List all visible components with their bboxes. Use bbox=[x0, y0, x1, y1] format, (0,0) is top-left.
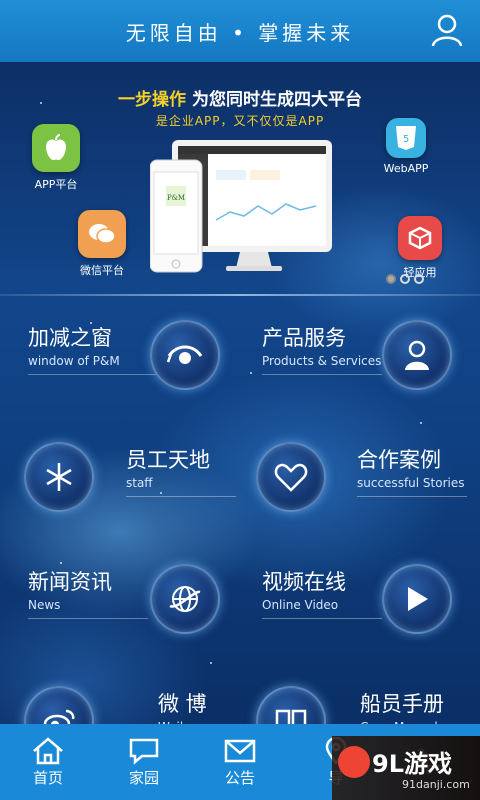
apple-icon bbox=[32, 124, 80, 172]
menu-item-news[interactable]: 新闻资讯 News bbox=[28, 566, 148, 619]
menu-subtitle: staff bbox=[126, 476, 153, 490]
banner-headline-rest: 为您同时生成四大平台 bbox=[186, 90, 362, 110]
menu-title: 视频在线 bbox=[262, 570, 346, 594]
snowflake-icon[interactable] bbox=[24, 442, 94, 512]
platform-label: 微信平台 bbox=[80, 264, 124, 277]
carousel-dot[interactable] bbox=[414, 274, 424, 284]
banner-headline-highlight: 一步操作 bbox=[118, 90, 187, 110]
person-icon[interactable] bbox=[382, 320, 452, 390]
platform-app: APP平台 bbox=[28, 124, 84, 192]
user-icon[interactable] bbox=[430, 13, 464, 47]
platform-label: APP平台 bbox=[34, 178, 78, 191]
page-title: 无限自由 • 掌握未来 bbox=[125, 20, 355, 45]
menu-item-stories[interactable]: 合作案例 successful Stories bbox=[357, 444, 467, 497]
platform-lightapp: 轻应用 bbox=[392, 216, 448, 280]
watermark: 9L游戏 91danji.com bbox=[332, 736, 480, 800]
divider bbox=[0, 294, 480, 296]
menu-subtitle: News bbox=[28, 598, 61, 612]
svg-text:P&M: P&M bbox=[167, 194, 185, 202]
carousel-dot[interactable] bbox=[386, 274, 396, 284]
mail-icon bbox=[224, 739, 256, 762]
platform-webapp: 5 WebAPP bbox=[378, 118, 434, 175]
watermark-url: 91danji.com bbox=[402, 778, 470, 791]
tab-community[interactable]: 家园 bbox=[96, 724, 192, 800]
tab-label: 公告 bbox=[224, 768, 255, 787]
divider bbox=[357, 496, 467, 497]
menu-title: 微 博 bbox=[158, 692, 207, 716]
menu-item-staff[interactable]: 员工天地 staff bbox=[126, 444, 236, 497]
carousel-indicator[interactable] bbox=[386, 274, 424, 284]
divider bbox=[28, 618, 148, 619]
chat-icon bbox=[129, 738, 159, 765]
menu-title: 新闻资讯 bbox=[28, 570, 112, 594]
wechat-icon bbox=[78, 210, 126, 258]
menu-subtitle: successful Stories bbox=[357, 476, 465, 490]
cube-icon bbox=[398, 216, 442, 260]
home-icon bbox=[33, 736, 63, 764]
watermark-text: 9L游戏 bbox=[372, 750, 452, 778]
html5-icon: 5 bbox=[386, 118, 426, 158]
divider bbox=[126, 496, 236, 497]
platform-wechat: 微信平台 bbox=[74, 210, 130, 278]
platform-label: WebAPP bbox=[383, 162, 429, 175]
eye-icon[interactable] bbox=[150, 320, 220, 390]
heart-icon[interactable] bbox=[256, 442, 326, 512]
divider bbox=[262, 618, 382, 619]
menu-title: 船员手册 bbox=[360, 692, 444, 716]
carousel-dot[interactable] bbox=[400, 274, 410, 284]
tab-label: 家园 bbox=[128, 768, 159, 787]
watermark-logo bbox=[338, 746, 370, 778]
menu-item-products[interactable]: 产品服务 Products & Services bbox=[262, 322, 382, 375]
menu-item-video[interactable]: 视频在线 Online Video bbox=[262, 566, 382, 619]
tab-label: 首页 bbox=[32, 768, 63, 787]
banner-headline: 一步操作 为您同时生成四大平台 bbox=[0, 85, 480, 110]
menu-title: 合作案例 bbox=[357, 448, 441, 472]
devices-illustration: P&M bbox=[150, 140, 332, 273]
menu-title: 产品服务 bbox=[262, 326, 346, 350]
top-bar: 无限自由 • 掌握未来 bbox=[0, 0, 480, 62]
menu-subtitle: Products & Services bbox=[262, 354, 382, 368]
tab-notice[interactable]: 公告 bbox=[192, 724, 288, 800]
menu-title: 员工天地 bbox=[126, 448, 210, 472]
tab-home[interactable]: 首页 bbox=[0, 724, 96, 800]
svg-text:5: 5 bbox=[403, 134, 409, 145]
play-icon[interactable] bbox=[382, 564, 452, 634]
divider bbox=[262, 374, 382, 375]
menu-subtitle: Online Video bbox=[262, 598, 339, 612]
globe-icon[interactable] bbox=[150, 564, 220, 634]
